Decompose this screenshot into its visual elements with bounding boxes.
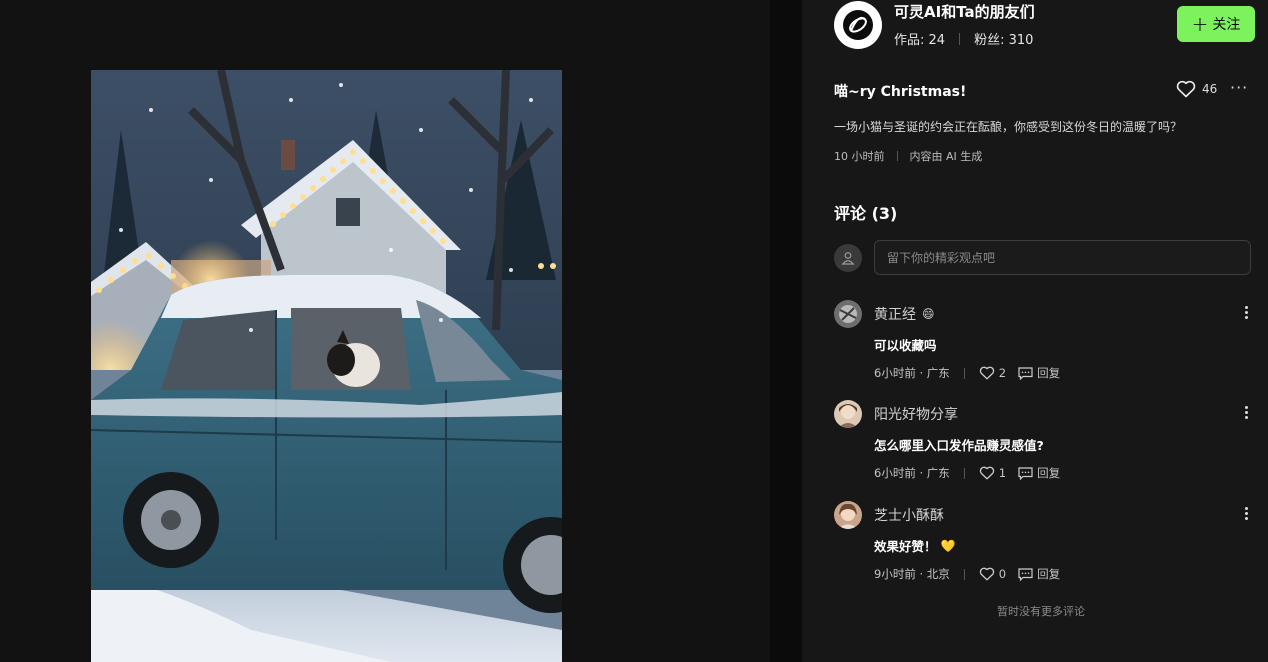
chat-bubble-icon — [1018, 567, 1033, 581]
yellow-heart-emoji-icon: 💛 — [940, 538, 956, 553]
comment-like-button[interactable]: 2 — [979, 366, 1006, 380]
stats-divider — [959, 32, 961, 45]
comment-meta: 9小时前 · 北京 0 回复 — [874, 566, 1060, 582]
work-like-button[interactable]: 46 — [1176, 80, 1217, 98]
comment-reply-button[interactable]: 回复 — [1018, 465, 1060, 481]
author-name[interactable]: 可灵AI和Ta的朋友们 — [894, 2, 1035, 22]
meta-divider — [963, 367, 965, 379]
follow-label: 关注 — [1212, 17, 1241, 33]
comment-like-button[interactable]: 1 — [979, 466, 1006, 480]
more-vertical-icon[interactable] — [1238, 302, 1254, 322]
comment-time-location: 6小时前 · 广东 — [874, 466, 950, 480]
heart-icon — [1176, 80, 1196, 98]
comment-like-count: 2 — [998, 366, 1007, 380]
heart-icon — [979, 567, 994, 581]
reply-label: 回复 — [1037, 567, 1061, 581]
comment-text: 怎么哪里入口发作品赚灵感值? — [874, 435, 1044, 454]
comments-header: 评论 (3) — [834, 204, 898, 223]
comment-user[interactable]: 阳光好物分享 — [874, 404, 958, 424]
more-vertical-icon[interactable] — [1238, 503, 1254, 523]
more-horizontal-icon[interactable]: ··· — [1230, 78, 1248, 97]
meta-divider — [963, 568, 965, 580]
comment-time-location: 9小时前 · 北京 — [874, 567, 950, 581]
avatar-image — [834, 501, 862, 529]
comment-like-count: 1 — [998, 466, 1007, 480]
author-info: 可灵AI和Ta的朋友们 作品: 24 粉丝: 310 — [894, 2, 1035, 48]
comment-username: 黄正经 — [874, 307, 916, 323]
comment-text-content: 可以收藏吗 — [874, 338, 937, 353]
heart-icon — [979, 466, 994, 480]
meta-divider — [896, 151, 898, 161]
more-vertical-icon[interactable] — [1238, 402, 1254, 422]
work-description: 一场小猫与圣诞的约会正在酝酿，你感受到这份冬日的温暖了吗？ — [834, 120, 1183, 134]
work-time: 10 小时前 — [834, 150, 885, 163]
video-player[interactable] — [91, 70, 562, 662]
works-count: 作品: 24 — [894, 33, 946, 48]
avatar-image — [834, 400, 862, 428]
ai-generated-tag: 内容由 AI 生成 — [909, 150, 983, 163]
comment-text: 可以收藏吗 — [874, 335, 937, 354]
avatar[interactable] — [834, 501, 862, 529]
avatar-image — [834, 300, 862, 328]
avatar[interactable] — [834, 300, 862, 328]
meta-divider — [963, 467, 965, 479]
fans-count: 粉丝: 310 — [974, 33, 1034, 48]
no-more-comments: 暂时没有更多评论 — [997, 605, 1085, 618]
detail-panel: 可灵AI和Ta的朋友们 作品: 24 粉丝: 310 + 关注 喵~ry Chr… — [802, 0, 1268, 662]
author-stats: 作品: 24 粉丝: 310 — [894, 29, 1035, 48]
chat-bubble-icon — [1018, 366, 1033, 380]
comment-reply-button[interactable]: 回复 — [1018, 566, 1060, 582]
media-area — [0, 0, 770, 662]
reply-label: 回复 — [1037, 366, 1061, 380]
chat-bubble-icon — [1018, 466, 1033, 480]
panel-divider — [770, 0, 802, 662]
comment-user[interactable]: 黄正经 😄 — [874, 304, 935, 324]
avatar[interactable] — [834, 400, 862, 428]
work-meta: 10 小时前 内容由 AI 生成 — [834, 148, 982, 164]
plus-icon: + — [1191, 12, 1209, 36]
follow-button[interactable]: + 关注 — [1177, 6, 1255, 42]
user-icon — [841, 251, 855, 265]
comment-like-count: 0 — [998, 567, 1007, 581]
current-user-avatar — [834, 243, 862, 272]
comment-username: 阳光好物分享 — [874, 407, 958, 423]
comment-input[interactable] — [874, 240, 1251, 275]
comment-reply-button[interactable]: 回复 — [1018, 365, 1060, 381]
comment-text-content: 怎么哪里入口发作品赚灵感值? — [874, 438, 1044, 453]
comment-composer — [834, 240, 1251, 275]
author-avatar[interactable] — [834, 1, 882, 49]
author-block: 可灵AI和Ta的朋友们 作品: 24 粉丝: 310 — [834, 1, 1035, 49]
comment-text-content: 效果好赞！ — [874, 539, 937, 554]
video-frame-image — [91, 70, 562, 662]
comment-username: 芝士小酥酥 — [874, 508, 944, 524]
comment-meta: 6小时前 · 广东 2 回复 — [874, 365, 1060, 381]
reply-label: 回复 — [1037, 466, 1061, 480]
comment-time-location: 6小时前 · 广东 — [874, 366, 950, 380]
grin-emoji-icon: 😄 — [922, 307, 935, 321]
work-title: 喵~ry Christmas! — [834, 84, 967, 100]
comment-user[interactable]: 芝士小酥酥 — [874, 505, 944, 525]
comment-like-button[interactable]: 0 — [979, 567, 1006, 581]
comment-text: 效果好赞！ 💛 — [874, 536, 955, 555]
heart-icon — [979, 366, 994, 380]
kling-logo-icon — [843, 10, 873, 40]
work-like-count: 46 — [1202, 82, 1218, 96]
comment-meta: 6小时前 · 广东 1 回复 — [874, 465, 1060, 481]
